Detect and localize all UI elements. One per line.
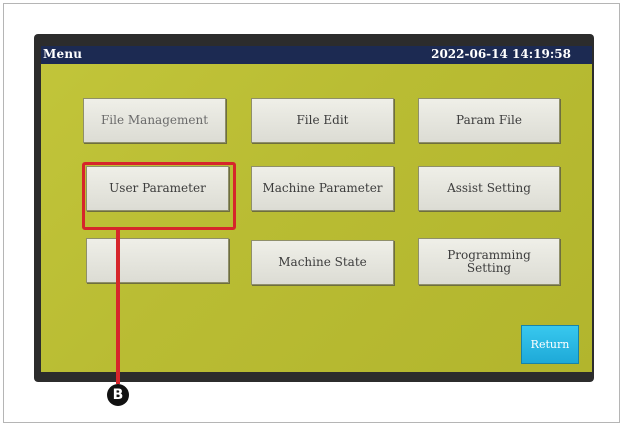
empty-menu-button[interactable]	[86, 238, 229, 283]
assist-setting-button[interactable]: Assist Setting	[418, 166, 560, 211]
callout-line	[116, 230, 120, 384]
machine-parameter-button[interactable]: Machine Parameter	[251, 166, 394, 211]
callout-marker-b: B	[107, 384, 129, 406]
return-button[interactable]: Return	[521, 325, 579, 364]
machine-state-button[interactable]: Machine State	[251, 240, 394, 285]
menu-title: Menu	[43, 47, 83, 61]
file-management-button[interactable]: File Management	[83, 98, 226, 143]
file-edit-button[interactable]: File Edit	[251, 98, 394, 143]
datetime-display: 2022-06-14 14:19:58	[431, 47, 571, 61]
param-file-button[interactable]: Param File	[418, 98, 560, 143]
callout-highlight-box	[82, 162, 236, 230]
programming-setting-button[interactable]: Programming Setting	[418, 238, 560, 285]
title-bar: Menu 2022-06-14 14:19:58	[41, 46, 592, 64]
